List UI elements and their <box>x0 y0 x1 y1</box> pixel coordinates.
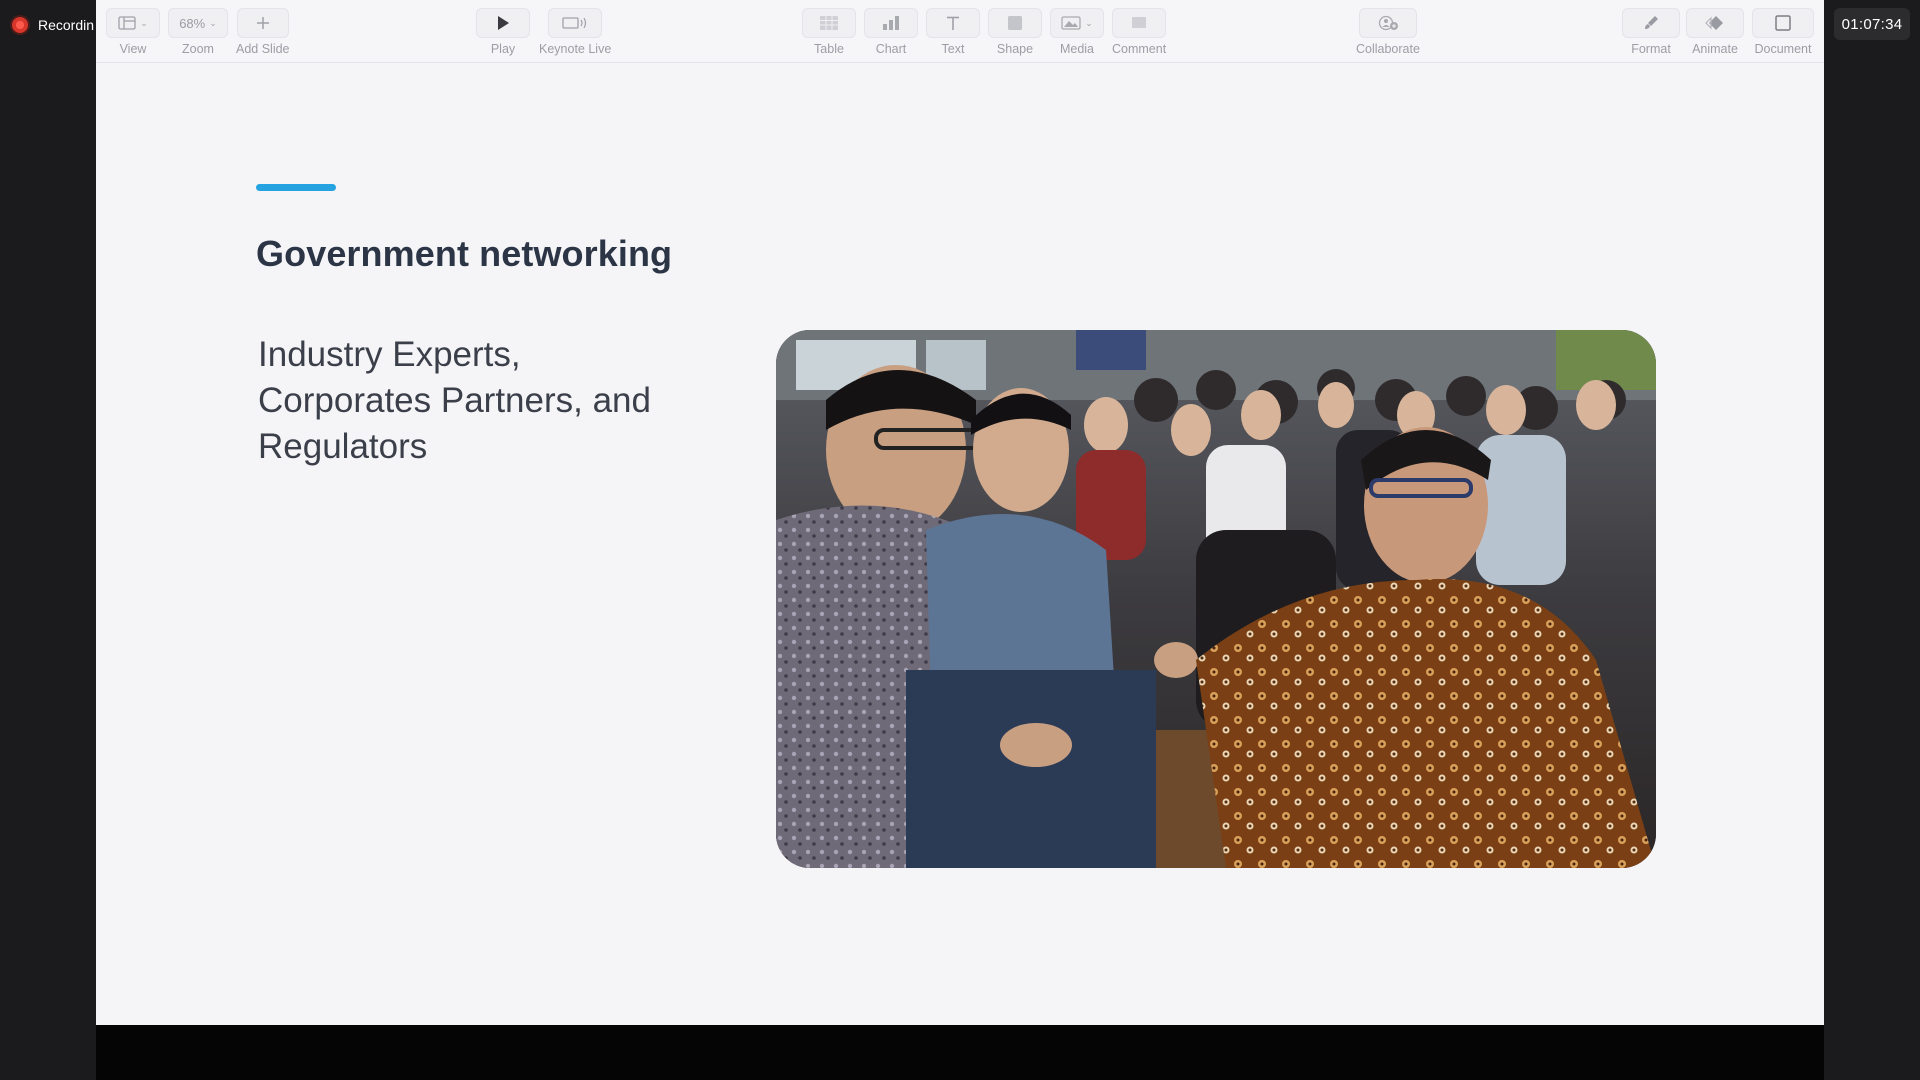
title-accent-line <box>256 184 336 191</box>
bar-chart-icon <box>883 16 899 30</box>
comment-button[interactable] <box>1112 8 1167 38</box>
text-label: Text <box>941 42 965 56</box>
animate-tool[interactable]: Animate <box>1686 8 1744 56</box>
plus-icon <box>256 17 269 29</box>
sidebar-layout-icon <box>118 16 136 30</box>
zoom-value: 68% <box>179 15 206 31</box>
slide-title[interactable]: Government networking <box>256 233 672 275</box>
play-tool[interactable]: Play <box>476 8 530 56</box>
body-line: Regulators <box>258 427 428 466</box>
collaborate-tool[interactable]: Collaborate <box>1356 8 1420 56</box>
comment-label: Comment <box>1112 42 1167 56</box>
paintbrush-icon <box>1645 16 1658 29</box>
view-label: View <box>119 42 147 56</box>
bottom-bar <box>96 1025 1824 1080</box>
recording-timer: 01:07:34 <box>1834 8 1910 40</box>
toolbar: ⌄ View 68% ⌄ Zoom Add Slide Play Keynote… <box>96 0 1824 63</box>
media-label: Media <box>1059 42 1095 56</box>
comment-tool[interactable]: Comment <box>1112 8 1166 56</box>
add-slide-label: Add Slide <box>236 42 290 56</box>
chart-label: Chart <box>875 42 907 56</box>
chevron-down-icon: ⌄ <box>140 17 148 28</box>
chevron-down-icon: ⌄ <box>209 17 217 28</box>
collaborate-icon <box>1378 15 1398 31</box>
chart-button[interactable] <box>864 8 918 38</box>
animate-button[interactable] <box>1686 8 1744 38</box>
media-button[interactable]: ⌄ <box>1050 8 1104 38</box>
zoom-label: Zoom <box>182 42 214 56</box>
view-button[interactable]: ⌄ <box>106 8 160 38</box>
text-icon <box>947 16 959 30</box>
keynote-live-icon <box>562 17 587 29</box>
document-tool[interactable]: Document <box>1752 8 1814 56</box>
format-tool[interactable]: Format <box>1622 8 1680 56</box>
add-slide-button[interactable] <box>236 8 289 38</box>
recording-indicator[interactable]: Recordin <box>12 12 94 38</box>
zoom-tool[interactable]: 68% ⌄ Zoom <box>168 8 228 56</box>
table-icon <box>820 16 838 30</box>
shape-button[interactable] <box>988 8 1042 38</box>
add-slide-tool[interactable]: Add Slide <box>236 8 290 56</box>
collaborate-label: Collaborate <box>1356 42 1420 56</box>
keynote-live-tool[interactable]: Keynote Live <box>539 8 611 56</box>
animate-label: Animate <box>1692 42 1738 56</box>
chevron-down-icon: ⌄ <box>1085 17 1093 28</box>
shape-icon <box>1008 16 1022 30</box>
collaborate-button[interactable] <box>1358 8 1417 38</box>
play-button[interactable] <box>476 8 530 38</box>
slide-body-text[interactable]: Industry Experts, Corporates Partners, a… <box>258 332 778 470</box>
format-button[interactable] <box>1622 8 1680 38</box>
keynote-live-button[interactable] <box>548 8 603 38</box>
photo-illustration <box>776 330 1656 868</box>
text-tool[interactable]: Text <box>926 8 980 56</box>
table-tool[interactable]: Table <box>802 8 856 56</box>
zoom-select[interactable]: 68% ⌄ <box>168 8 228 38</box>
play-label: Play <box>490 42 516 56</box>
play-icon <box>498 16 509 30</box>
recording-label: Recordin <box>38 17 95 33</box>
chart-tool[interactable]: Chart <box>864 8 918 56</box>
animate-diamond-icon <box>1705 16 1723 30</box>
format-label: Format <box>1631 42 1671 56</box>
body-line: Industry Experts, <box>258 335 521 374</box>
media-tool[interactable]: ⌄ Media <box>1050 8 1104 56</box>
comment-icon <box>1132 17 1147 28</box>
view-tool[interactable]: ⌄ View <box>106 8 160 56</box>
text-button[interactable] <box>926 8 980 38</box>
record-icon <box>12 17 28 33</box>
keynote-window: ⌄ View 68% ⌄ Zoom Add Slide Play Keynote… <box>96 0 1824 1025</box>
document-label: Document <box>1754 42 1812 56</box>
table-button[interactable] <box>802 8 856 38</box>
shape-tool[interactable]: Shape <box>988 8 1042 56</box>
screen: Recordin 01:07:34 ⌄ View 68% ⌄ Zoom Add … <box>0 0 1920 1080</box>
body-line: Corporates Partners, and <box>258 381 651 420</box>
image-icon <box>1061 16 1081 30</box>
networking-photo[interactable] <box>776 330 1656 868</box>
shape-label: Shape <box>996 42 1034 56</box>
document-button[interactable] <box>1752 8 1814 38</box>
keynote-live-label: Keynote Live <box>539 42 612 56</box>
document-icon <box>1775 15 1791 31</box>
table-label: Table <box>814 42 844 56</box>
